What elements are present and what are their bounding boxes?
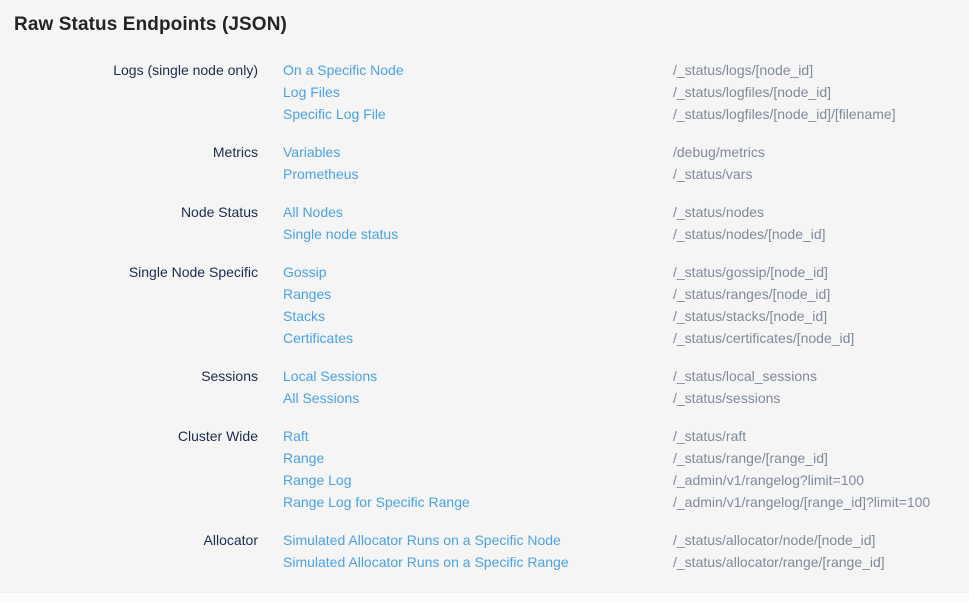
endpoint-link[interactable]: Raft — [283, 425, 648, 447]
endpoint-link[interactable]: Range Log — [283, 469, 648, 491]
section-category: Allocator — [14, 529, 258, 573]
endpoint-link[interactable]: On a Specific Node — [283, 59, 648, 81]
endpoint-path: /_status/vars — [673, 163, 955, 185]
endpoint-path: /_status/nodes/[node_id] — [673, 223, 955, 245]
endpoint-section-metrics: Metrics Variables Prometheus /debug/metr… — [14, 141, 955, 185]
endpoint-link[interactable]: Range Log for Specific Range — [283, 491, 648, 513]
endpoint-path: /_status/nodes — [673, 201, 955, 223]
endpoint-link[interactable]: Variables — [283, 141, 648, 163]
section-category: Logs (single node only) — [14, 59, 258, 125]
endpoint-section-single-node-specific: Single Node Specific Gossip Ranges Stack… — [14, 261, 955, 349]
links-column: Local Sessions All Sessions — [283, 365, 648, 409]
endpoint-path: /_admin/v1/rangelog?limit=100 — [673, 469, 955, 491]
endpoint-link[interactable]: Log Files — [283, 81, 648, 103]
endpoint-link[interactable]: Local Sessions — [283, 365, 648, 387]
endpoint-path: /_status/allocator/node/[node_id] — [673, 529, 955, 551]
links-column: Gossip Ranges Stacks Certificates — [283, 261, 648, 349]
section-category: Node Status — [14, 201, 258, 245]
endpoint-path: /_status/logfiles/[node_id] — [673, 81, 955, 103]
endpoint-path: /_admin/v1/rangelog/[range_id]?limit=100 — [673, 491, 955, 513]
endpoint-path: /_status/logs/[node_id] — [673, 59, 955, 81]
links-column: All Nodes Single node status — [283, 201, 648, 245]
paths-column: /debug/metrics /_status/vars — [673, 141, 955, 185]
endpoint-section-cluster-wide: Cluster Wide Raft Range Range Log Range … — [14, 425, 955, 513]
endpoint-link[interactable]: Gossip — [283, 261, 648, 283]
endpoint-path: /_status/certificates/[node_id] — [673, 327, 955, 349]
paths-column: /_status/allocator/node/[node_id] /_stat… — [673, 529, 955, 573]
endpoint-path: /debug/metrics — [673, 141, 955, 163]
section-category: Single Node Specific — [14, 261, 258, 349]
endpoint-path: /_status/local_sessions — [673, 365, 955, 387]
bottom-strip — [0, 592, 969, 603]
endpoint-link[interactable]: Range — [283, 447, 648, 469]
endpoint-link[interactable]: All Sessions — [283, 387, 648, 409]
endpoint-link[interactable]: Specific Log File — [283, 103, 648, 125]
raw-status-endpoints-page: Raw Status Endpoints (JSON) Logs (single… — [0, 0, 969, 573]
paths-column: /_status/raft /_status/range/[range_id] … — [673, 425, 955, 513]
paths-column: /_status/nodes /_status/nodes/[node_id] — [673, 201, 955, 245]
endpoint-section-logs: Logs (single node only) On a Specific No… — [14, 59, 955, 125]
endpoint-path: /_status/sessions — [673, 387, 955, 409]
endpoint-path: /_status/logfiles/[node_id]/[filename] — [673, 103, 955, 125]
paths-column: /_status/logs/[node_id] /_status/logfile… — [673, 59, 955, 125]
links-column: Variables Prometheus — [283, 141, 648, 185]
paths-column: /_status/local_sessions /_status/session… — [673, 365, 955, 409]
endpoint-link[interactable]: Certificates — [283, 327, 648, 349]
endpoint-section-allocator: Allocator Simulated Allocator Runs on a … — [14, 529, 955, 573]
endpoint-link[interactable]: Stacks — [283, 305, 648, 327]
section-category: Sessions — [14, 365, 258, 409]
page-title: Raw Status Endpoints (JSON) — [14, 15, 955, 35]
links-column: Simulated Allocator Runs on a Specific N… — [283, 529, 648, 573]
endpoint-path: /_status/raft — [673, 425, 955, 447]
endpoint-link[interactable]: Prometheus — [283, 163, 648, 185]
endpoint-path: /_status/allocator/range/[range_id] — [673, 551, 955, 573]
endpoint-section-sessions: Sessions Local Sessions All Sessions /_s… — [14, 365, 955, 409]
endpoint-link[interactable]: Single node status — [283, 223, 648, 245]
endpoint-section-node-status: Node Status All Nodes Single node status… — [14, 201, 955, 245]
links-column: On a Specific Node Log Files Specific Lo… — [283, 59, 648, 125]
endpoint-path: /_status/ranges/[node_id] — [673, 283, 955, 305]
endpoint-link[interactable]: All Nodes — [283, 201, 648, 223]
endpoint-link[interactable]: Simulated Allocator Runs on a Specific N… — [283, 529, 648, 551]
section-category: Cluster Wide — [14, 425, 258, 513]
section-category: Metrics — [14, 141, 258, 185]
endpoint-path: /_status/stacks/[node_id] — [673, 305, 955, 327]
paths-column: /_status/gossip/[node_id] /_status/range… — [673, 261, 955, 349]
endpoint-link[interactable]: Ranges — [283, 283, 648, 305]
endpoint-path: /_status/gossip/[node_id] — [673, 261, 955, 283]
links-column: Raft Range Range Log Range Log for Speci… — [283, 425, 648, 513]
endpoint-link[interactable]: Simulated Allocator Runs on a Specific R… — [283, 551, 648, 573]
endpoint-path: /_status/range/[range_id] — [673, 447, 955, 469]
